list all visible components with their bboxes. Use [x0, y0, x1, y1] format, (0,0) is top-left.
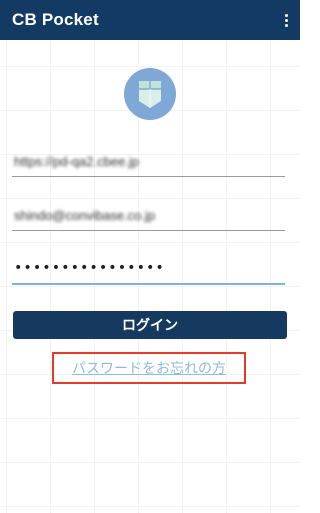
- login-button[interactable]: ログイン: [13, 311, 287, 339]
- app-title: CB Pocket: [12, 10, 99, 29]
- app-logo-icon: [124, 68, 176, 120]
- server-url-input[interactable]: [12, 146, 285, 176]
- email-field[interactable]: [12, 200, 285, 231]
- more-vert-icon: [284, 13, 288, 27]
- email-input[interactable]: [12, 200, 285, 230]
- password-field[interactable]: [12, 253, 285, 285]
- server-url-field[interactable]: [12, 146, 285, 177]
- app-bar: CB Pocket: [0, 0, 300, 40]
- overflow-menu-button[interactable]: [276, 8, 296, 32]
- forgot-password-highlight: パスワードをお忘れの方: [52, 352, 246, 384]
- forgot-password-link[interactable]: パスワードをお忘れの方: [72, 358, 226, 378]
- password-input[interactable]: [12, 253, 285, 283]
